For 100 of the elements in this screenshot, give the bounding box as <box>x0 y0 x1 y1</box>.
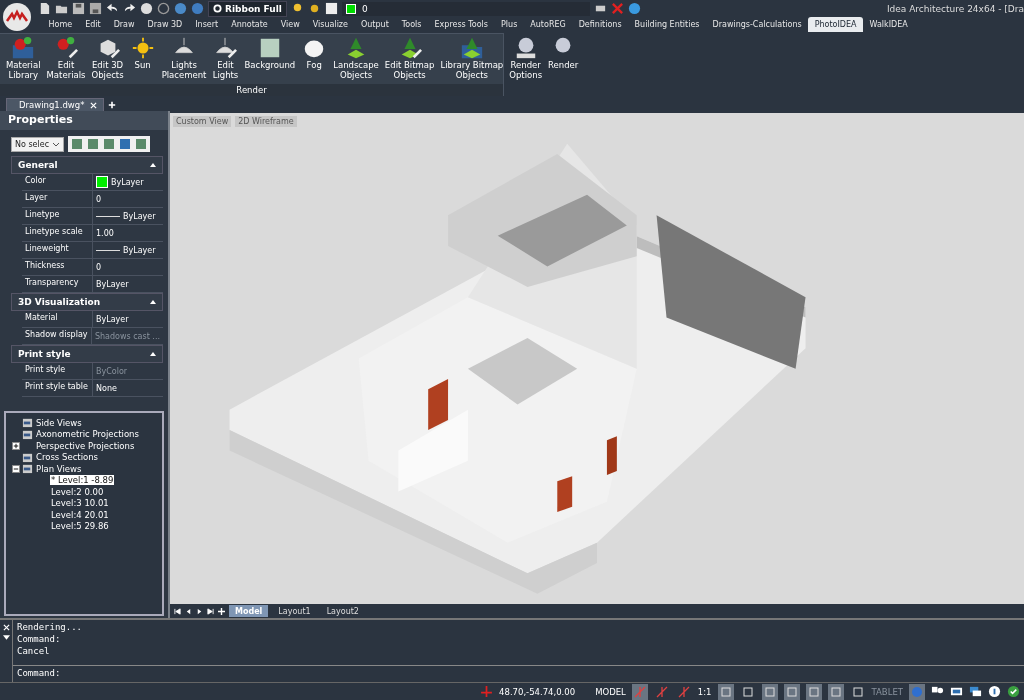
ribbon-button[interactable]: Edit Bitmap Objects <box>382 36 437 84</box>
toggle-icon[interactable] <box>717 683 734 700</box>
ribbon-tab[interactable]: Output <box>354 17 396 32</box>
ribbon-tab[interactable]: Plus <box>494 17 524 32</box>
new-file-icon[interactable] <box>38 2 51 15</box>
property-value[interactable]: ByLayer <box>93 311 163 327</box>
circle-icon[interactable] <box>157 2 170 15</box>
ribbon-button[interactable]: Render Options <box>507 36 545 84</box>
previous-icon[interactable] <box>185 607 192 615</box>
tree-item[interactable]: Cross Sections <box>35 452 99 463</box>
tablet-button[interactable]: TABLET <box>871 686 903 697</box>
caret-icon[interactable] <box>150 352 156 356</box>
property-value[interactable]: 1.00 <box>93 225 163 241</box>
command-input[interactable]: Command: <box>13 665 1024 682</box>
tree-item[interactable]: Side Views <box>35 417 83 428</box>
next-icon[interactable] <box>196 607 203 615</box>
command-history-line: Command: <box>17 633 62 645</box>
ribbon-tab[interactable]: AutoREG <box>523 17 573 32</box>
property-value[interactable]: 0 <box>93 259 163 275</box>
tree-item[interactable]: Level:4 20.01 <box>50 509 110 520</box>
toolbar-icon[interactable] <box>86 137 101 151</box>
section-header[interactable]: Print style <box>11 345 163 363</box>
toggle-icon[interactable] <box>761 683 778 700</box>
ribbon-button[interactable]: Library Bitmap Objects <box>438 36 506 84</box>
tree-item[interactable]: Plan Views <box>35 463 83 474</box>
caret-icon[interactable] <box>150 163 156 167</box>
add-icon[interactable] <box>218 607 225 615</box>
view-label[interactable]: Custom View <box>173 116 232 127</box>
property-value[interactable]: ByLayer <box>93 276 163 292</box>
section-header[interactable]: 3D Visualization <box>11 293 163 311</box>
save-icon[interactable] <box>72 2 85 15</box>
ribbon-tab[interactable]: Insert <box>188 17 225 32</box>
property-value[interactable]: ByLayer <box>93 208 163 224</box>
ribbon-tab[interactable]: View <box>274 17 307 32</box>
toggle-icon[interactable] <box>805 683 822 700</box>
ribbon-tab[interactable]: Building Entities <box>628 17 707 32</box>
ribbon-button[interactable]: Edit 3D Objects <box>89 36 126 84</box>
info-icon[interactable] <box>988 685 1001 698</box>
toggle-icon[interactable] <box>783 683 800 700</box>
ribbon-button[interactable]: Edit Lights <box>210 36 241 84</box>
model-space-button[interactable]: MODEL <box>595 686 626 697</box>
ribbon-button[interactable]: Material Library <box>4 36 43 84</box>
visual-style-label[interactable]: 2D Wireframe <box>235 116 297 127</box>
ribbon-button[interactable]: Landscape Objects <box>331 36 381 84</box>
app-logo[interactable] <box>2 2 32 32</box>
add-icon[interactable] <box>108 101 117 109</box>
last-icon[interactable] <box>207 607 214 615</box>
property-value[interactable]: ByLayer <box>93 242 163 258</box>
save-as-icon[interactable] <box>89 2 102 15</box>
toolbar-icon[interactable] <box>102 137 117 151</box>
first-icon[interactable] <box>174 607 181 615</box>
property-value[interactable]: 0 <box>93 191 163 207</box>
layout-tab[interactable]: Layout1 <box>272 605 317 617</box>
dropdown-arrow-icon[interactable] <box>2 635 10 640</box>
expander-icon[interactable] <box>12 441 20 450</box>
ribbon-tab[interactable]: Home <box>42 17 79 32</box>
ribbon-tab[interactable]: Annotate <box>224 17 275 32</box>
ribbon-tab[interactable]: Drawings-Calculations <box>706 17 809 32</box>
annotation-scale-button[interactable]: 1:1 <box>697 686 712 697</box>
ribbon-tab[interactable]: Draw <box>107 17 142 32</box>
document-tab[interactable]: Drawing1.dwg* <box>6 98 105 111</box>
ribbon-button[interactable]: Fog <box>299 36 330 84</box>
tree-item[interactable]: * Level:1 -8.89 <box>50 475 115 486</box>
tree-item[interactable]: Level:3 10.01 <box>50 498 110 509</box>
layer-dropdown[interactable]: 0 <box>341 1 590 16</box>
property-value[interactable]: None <box>93 380 163 396</box>
selection-dropdown[interactable]: No selec <box>11 136 65 152</box>
toolbar-icon[interactable] <box>134 137 149 151</box>
toggle-icon[interactable] <box>827 683 844 700</box>
ribbon-button[interactable]: Background <box>242 36 298 84</box>
ribbon-button[interactable]: Render <box>546 36 581 84</box>
toolbar-icon[interactable] <box>118 137 133 151</box>
ribbon-tab[interactable]: Draw 3D <box>141 17 189 32</box>
toggle-icon[interactable] <box>631 683 648 700</box>
square-icon[interactable] <box>324 2 338 15</box>
ribbon-tab[interactable]: Tools <box>395 17 428 32</box>
ribbon-button[interactable]: Edit Materials <box>44 36 88 84</box>
expander-icon[interactable] <box>12 464 20 473</box>
windows-icon[interactable] <box>969 685 982 698</box>
ribbon-tab[interactable]: Definitions <box>572 17 629 32</box>
ribbon-button[interactable]: Lights Placement <box>159 36 209 84</box>
ribbon-tab[interactable]: PhotoIDEA <box>808 17 864 32</box>
tree-item[interactable]: Axonometric Projections <box>35 429 140 440</box>
section-header[interactable]: General <box>11 156 163 174</box>
tree-item[interactable]: Perspective Projections <box>35 440 136 451</box>
layout-tab[interactable]: Layout2 <box>320 605 365 617</box>
view-icon <box>22 463 33 475</box>
toolbar-icon[interactable] <box>70 137 85 151</box>
caret-icon[interactable] <box>150 300 156 304</box>
monitor-icon[interactable] <box>950 685 963 698</box>
ribbon-tab[interactable]: Visualize <box>306 17 355 32</box>
tree-item[interactable]: Level:2 0.00 <box>50 486 105 497</box>
workspace-dropdown[interactable]: Ribbon Full <box>208 0 287 17</box>
ribbon-button[interactable]: Sun <box>127 36 158 84</box>
tree-item[interactable]: Level:5 29.86 <box>50 521 110 532</box>
ribbon-tab[interactable]: WalkIDEA <box>863 17 915 32</box>
checkmark-icon[interactable] <box>1007 685 1020 698</box>
property-value[interactable]: ByLayer <box>93 174 163 190</box>
ribbon-tab[interactable]: Express Tools <box>428 17 495 32</box>
ribbon-tab[interactable]: Edit <box>78 17 108 32</box>
